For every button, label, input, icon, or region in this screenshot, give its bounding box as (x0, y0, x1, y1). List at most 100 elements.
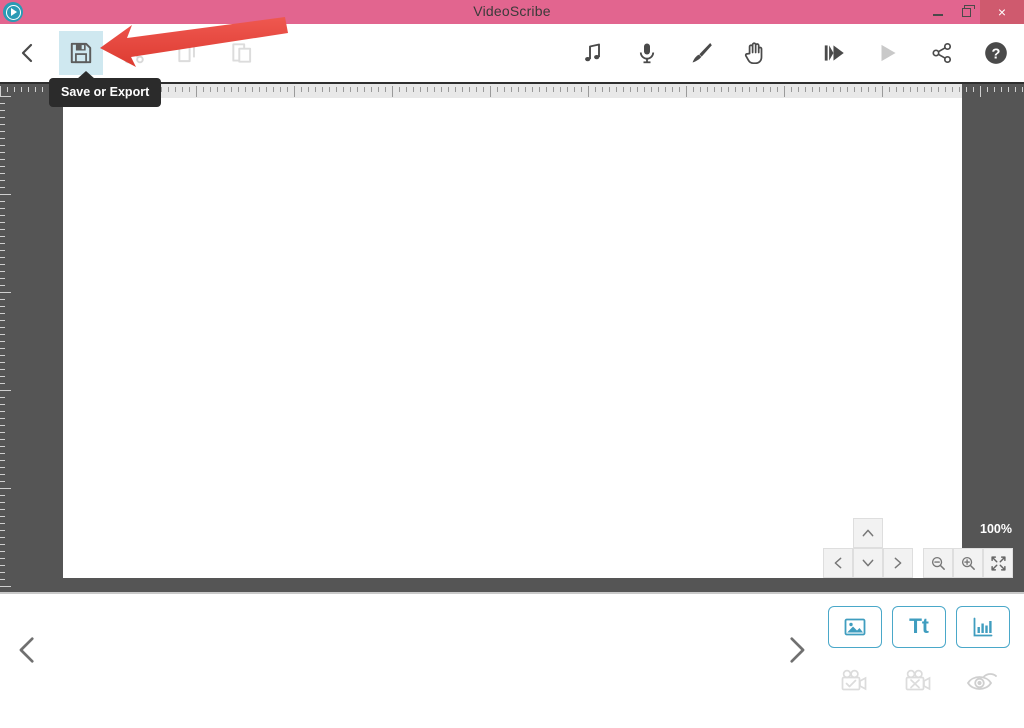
add-image-button[interactable] (828, 606, 882, 648)
ruler-tick (0, 572, 5, 573)
ruler-band (63, 84, 962, 98)
copy-button[interactable] (166, 31, 210, 75)
zoom-out-button[interactable] (923, 548, 953, 578)
ruler-tick (588, 86, 589, 97)
pan-up-button[interactable] (853, 518, 883, 548)
ruler-tick (777, 87, 778, 92)
ruler-tick (749, 87, 750, 92)
microphone-icon (639, 43, 655, 64)
ruler-tick (308, 87, 309, 92)
ruler-tick (378, 87, 379, 92)
ruler-tick (0, 530, 5, 531)
ruler-tick (0, 341, 5, 342)
share-icon (932, 42, 952, 64)
magnifier-minus-icon (931, 556, 945, 570)
paste-icon (232, 43, 252, 63)
ruler-tick (0, 292, 11, 293)
zoom-in-button[interactable] (953, 548, 983, 578)
ruler-tick (0, 397, 5, 398)
ruler-tick (0, 383, 5, 384)
ruler-tick (210, 87, 211, 92)
ruler-tick (875, 87, 876, 92)
add-text-button[interactable]: Tt (892, 606, 946, 648)
ruler-tick (616, 87, 617, 92)
window-controls: × (924, 0, 1024, 24)
help-button[interactable]: ? (974, 31, 1018, 75)
ruler-tick (966, 87, 967, 92)
save-export-button[interactable] (59, 31, 103, 75)
drawing-canvas[interactable] (63, 96, 962, 578)
ruler-tick (350, 87, 351, 92)
ruler-tick (280, 87, 281, 92)
ruler-tick (0, 229, 5, 230)
ruler-tick (434, 87, 435, 92)
preview-eye-button[interactable] (961, 664, 1005, 700)
ruler-tick (847, 87, 848, 92)
ruler-tick (728, 87, 729, 92)
ruler-tick (0, 145, 5, 146)
ruler-tick (0, 467, 5, 468)
vertical-ruler (0, 82, 14, 592)
ruler-tick (357, 87, 358, 92)
ruler-tick (630, 87, 631, 92)
voiceover-button[interactable] (625, 31, 669, 75)
ruler-tick (931, 87, 932, 92)
camera-off-button[interactable] (897, 664, 941, 700)
ruler-tick (553, 87, 554, 92)
ruler-tick (854, 87, 855, 92)
minimize-button[interactable] (924, 0, 952, 24)
add-chart-button[interactable] (956, 606, 1010, 648)
maximize-button[interactable] (952, 0, 980, 24)
music-button[interactable] (571, 31, 615, 75)
ruler-tick (259, 87, 260, 92)
ruler-tick (0, 446, 5, 447)
ruler-tick (217, 87, 218, 92)
ruler-tick (924, 87, 925, 92)
ruler-tick (0, 208, 5, 209)
chevron-up-icon (862, 529, 874, 537)
paste-button[interactable] (220, 31, 264, 75)
ruler-tick (238, 87, 239, 92)
camera-cross-icon (905, 669, 931, 691)
pan-right-button[interactable] (883, 548, 913, 578)
timeline-prev-button[interactable] (4, 626, 52, 674)
ruler-tick (693, 87, 694, 92)
ruler-tick (959, 87, 960, 92)
ruler-tick (406, 87, 407, 92)
camera-on-button[interactable] (833, 664, 877, 700)
ruler-tick (742, 87, 743, 92)
ruler-tick (21, 87, 22, 92)
ruler-tick (0, 103, 5, 104)
ruler-tick (0, 537, 5, 538)
ruler-tick (0, 306, 5, 307)
ruler-tick (0, 86, 1, 97)
ruler-tick (0, 586, 11, 587)
ruler-tick (623, 87, 624, 92)
ruler-tick (0, 173, 5, 174)
ruler-tick (35, 87, 36, 92)
back-button[interactable] (6, 31, 50, 75)
hand-select-button[interactable] (733, 31, 777, 75)
pan-left-button[interactable] (823, 548, 853, 578)
ruler-tick (546, 87, 547, 92)
timeline-next-button[interactable] (772, 626, 820, 674)
play-button[interactable] (866, 31, 910, 75)
share-button[interactable] (920, 31, 964, 75)
ruler-tick (714, 87, 715, 92)
hand-icon (744, 42, 763, 65)
ruler-tick (322, 87, 323, 92)
fit-to-screen-button[interactable] (983, 548, 1013, 578)
pan-down-button[interactable] (853, 548, 883, 578)
play-from-start-button[interactable] (812, 31, 856, 75)
ruler-tick (581, 87, 582, 92)
chevron-right-icon (894, 557, 902, 569)
hand-style-button[interactable] (679, 31, 723, 75)
cut-button[interactable] (112, 31, 156, 75)
ruler-tick (0, 215, 5, 216)
ruler-tick (861, 87, 862, 92)
ruler-tick (791, 87, 792, 92)
canvas-stage[interactable] (0, 82, 1024, 592)
ruler-tick (0, 124, 5, 125)
ruler-tick (0, 236, 5, 237)
close-button[interactable]: × (980, 0, 1024, 24)
